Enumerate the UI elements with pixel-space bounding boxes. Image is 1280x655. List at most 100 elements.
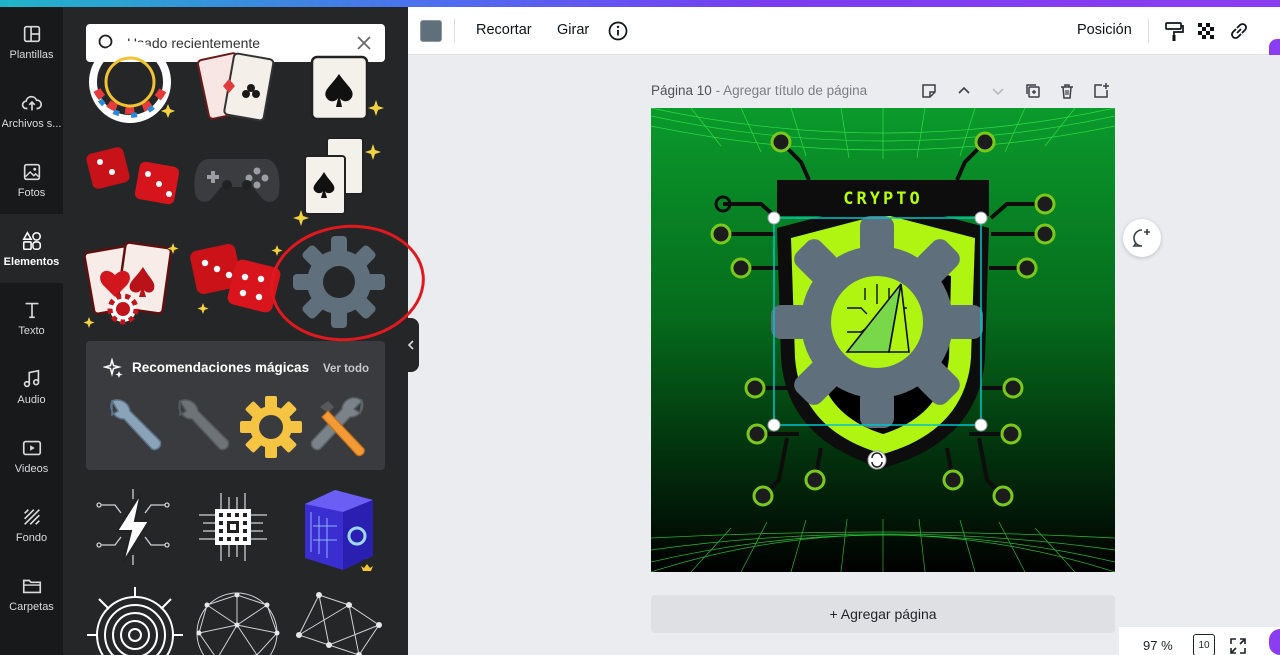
element-network-lines[interactable] — [289, 585, 389, 655]
rail-label: Plantillas — [9, 48, 54, 61]
magic-recommendations: Recomendaciones mágicas Ver todo — [86, 341, 385, 470]
fullscreen-icon[interactable] — [1229, 637, 1247, 655]
element-cards-sparkle[interactable] — [291, 132, 391, 232]
rail-item-uploads[interactable]: Archivos s... — [0, 76, 63, 145]
gear-icon — [240, 396, 302, 458]
video-icon — [22, 440, 41, 455]
background-pattern-icon — [23, 508, 40, 525]
element-lightning-circuit[interactable] — [91, 485, 175, 570]
element-fingerprint-circuit[interactable] — [85, 585, 185, 655]
text-icon — [25, 302, 38, 318]
search-input[interactable]: Usado recientemente — [127, 35, 357, 51]
info-icon[interactable] — [607, 20, 629, 42]
element-red-dice[interactable] — [85, 142, 181, 212]
duplicate-page-icon[interactable] — [1024, 82, 1042, 100]
magic-title: Recomendaciones mágicas — [132, 360, 310, 375]
element-gamepad[interactable] — [191, 145, 283, 215]
rail-item-elements[interactable]: Elementos — [0, 214, 63, 283]
network-sphere-icon — [196, 592, 280, 655]
rail-label: Archivos s... — [1, 117, 62, 130]
cards-sparkle-graphic — [293, 137, 381, 226]
network-lines-icon — [296, 592, 382, 655]
wrench-icon — [178, 399, 230, 451]
see-all-link[interactable]: Ver todo — [323, 363, 369, 375]
chevron-left-icon — [407, 340, 414, 350]
element-poker-cards-chip[interactable] — [81, 235, 181, 328]
music-note-icon — [23, 369, 39, 387]
chevron-up-icon[interactable] — [955, 82, 973, 100]
color-swatch-button[interactable] — [420, 20, 442, 42]
rail-item-background[interactable]: Fondo — [0, 490, 63, 559]
rail-label: Elementos — [3, 255, 60, 268]
rail-item-templates[interactable]: Plantillas — [0, 7, 63, 76]
zoom-level[interactable]: 97 % — [1143, 638, 1173, 653]
paint-roller-icon[interactable] — [1163, 20, 1185, 42]
page-number: Página 10 — [651, 83, 712, 98]
element-wrench-blue[interactable] — [98, 393, 168, 461]
toolbar-divider — [454, 19, 455, 43]
element-network-sphere[interactable] — [187, 585, 287, 655]
rail-label: Videos — [14, 462, 49, 475]
left-rail: Plantillas Archivos s... Fotos Elementos… — [0, 7, 63, 655]
red-dice-graphic — [86, 147, 180, 205]
element-wrench-hammer[interactable] — [304, 393, 374, 461]
rail-label: Audio — [17, 393, 46, 406]
element-chip-circuit[interactable] — [191, 485, 275, 570]
element-gear-yellow[interactable] — [236, 393, 306, 461]
photo-icon — [23, 163, 40, 180]
fingerprint-icon — [87, 587, 183, 655]
zoom-bar: 97 % 10 — [1119, 627, 1280, 655]
add-comment-button[interactable] — [1123, 219, 1161, 257]
rail-item-audio[interactable]: Audio — [0, 352, 63, 421]
playing-cards-graphic — [196, 52, 275, 122]
element-poker-chip[interactable] — [85, 41, 175, 123]
crop-button[interactable]: Recortar — [476, 22, 532, 38]
link-icon[interactable] — [1228, 20, 1250, 42]
sparkle-icon — [103, 358, 123, 378]
rail-label: Carpetas — [9, 600, 54, 613]
toolbar-divider — [1148, 19, 1149, 43]
rail-label: Fondo — [15, 531, 48, 544]
design-canvas[interactable]: CRYPTO — [651, 108, 1115, 572]
folder-icon — [22, 579, 41, 593]
accent-button-edge[interactable] — [1269, 39, 1280, 55]
poker-cards-chip-graphic — [83, 241, 179, 328]
element-blue-safe[interactable] — [293, 482, 383, 577]
close-icon[interactable] — [357, 36, 371, 50]
add-page-button[interactable]: + Agregar página — [651, 595, 1115, 633]
tools-icon — [310, 397, 365, 457]
element-wrench-gray[interactable] — [166, 393, 236, 461]
rail-item-videos[interactable]: Videos — [0, 421, 63, 490]
collapse-panel-button[interactable] — [402, 318, 419, 372]
page-count: 10 — [1198, 639, 1210, 651]
rail-item-folders[interactable]: Carpetas — [0, 559, 63, 628]
notes-icon[interactable] — [920, 82, 938, 100]
position-button[interactable]: Posición — [1077, 22, 1132, 38]
help-button-edge[interactable] — [1269, 629, 1280, 655]
rail-label: Fotos — [17, 186, 46, 199]
element-playing-cards[interactable] — [193, 52, 278, 122]
trash-icon[interactable] — [1058, 82, 1076, 100]
lightning-icon — [96, 489, 170, 565]
cloud-upload-icon — [21, 95, 42, 110]
page-header: Página 10 - Agregar título de página — [651, 82, 1115, 102]
top-gradient-strip — [0, 0, 1280, 7]
poker-chip-graphic — [89, 41, 175, 123]
rail-item-text[interactable]: Texto — [0, 283, 63, 352]
flip-button[interactable]: Girar — [557, 22, 589, 38]
wrench-icon — [110, 399, 162, 451]
microchip-icon — [199, 493, 267, 561]
comment-add-icon — [1132, 229, 1150, 247]
templates-icon — [23, 25, 40, 42]
rail-label: Texto — [18, 324, 45, 337]
rail-item-photos[interactable]: Fotos — [0, 145, 63, 214]
chevron-down-icon[interactable] — [989, 82, 1007, 100]
transparency-icon[interactable] — [1195, 20, 1217, 42]
ace-spades-graphic — [310, 55, 384, 121]
add-page-icon[interactable] — [1092, 82, 1110, 100]
editor-toolbar: Recortar Girar Posición — [408, 7, 1280, 55]
page-title-placeholder[interactable]: - Agregar título de página — [712, 83, 868, 98]
page-grid-button[interactable]: 10 — [1193, 634, 1215, 655]
element-ace-spades[interactable] — [299, 55, 389, 127]
page-title[interactable]: Página 10 - Agregar título de página — [651, 83, 867, 98]
